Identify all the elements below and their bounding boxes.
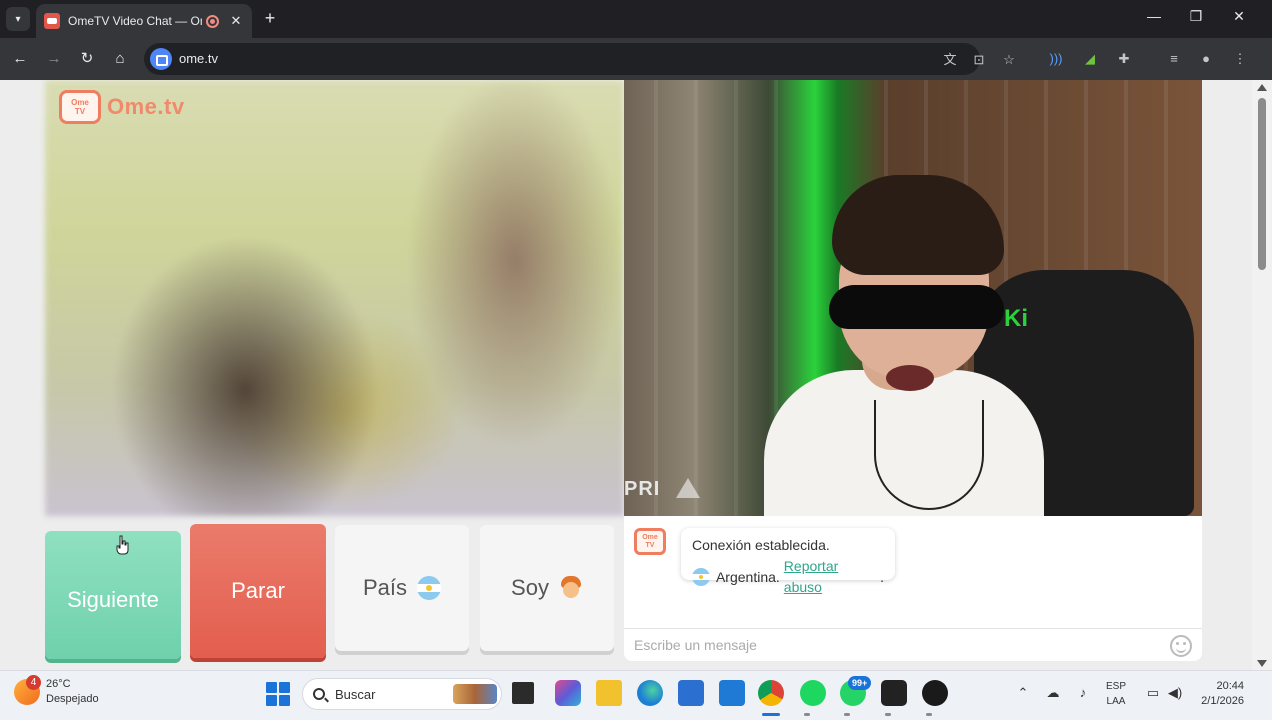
clock-time: 20:44	[1216, 680, 1244, 692]
argentina-flag-icon	[417, 576, 442, 600]
windows-taskbar: 4 26°C Despejado Buscar 99+ ⌃ ☁ ♪ ESP LA…	[0, 670, 1272, 720]
profile-avatar[interactable]: ●	[1196, 49, 1216, 69]
tv-logo-icon: Ome TV	[59, 90, 101, 124]
connection-status: Conexión establecida.	[692, 537, 830, 553]
tab-title: OmeTV Video Chat — Ome	[68, 14, 202, 28]
ometv-logo: Ome TV Ome.tv	[59, 90, 185, 124]
self-camera-video: Ki PRI	[624, 80, 1202, 516]
taskbar-search[interactable]: Buscar	[302, 678, 502, 710]
extensions-puzzle-icon[interactable]: ✚	[1114, 49, 1134, 69]
translate-icon[interactable]: 文	[941, 51, 959, 69]
gender-button[interactable]: Soy	[480, 525, 614, 651]
obs-icon[interactable]	[922, 680, 948, 706]
logo-text: Ome.tv	[107, 94, 185, 119]
scrollbar-thumb[interactable]	[1258, 98, 1266, 270]
temperature: 26°C	[46, 678, 71, 690]
whatsapp-badge: 99+	[848, 676, 872, 690]
input-language[interactable]: ESP LAA	[1106, 679, 1126, 709]
reload-button[interactable]: ↻	[76, 48, 98, 70]
watermark-text: PRI	[624, 478, 661, 500]
camera-app-icon[interactable]	[881, 680, 907, 706]
restore-button[interactable]: ❐	[1186, 8, 1206, 25]
stop-button-label: Parar	[231, 578, 285, 603]
ometv-favicon-icon	[44, 13, 60, 29]
file-explorer-icon[interactable]	[596, 680, 622, 706]
tab-ometv[interactable]: OmeTV Video Chat — Ome ✕	[36, 4, 252, 38]
browser-menu-icon[interactable]: ⋮	[1230, 49, 1250, 69]
copilot-icon[interactable]	[555, 680, 581, 706]
country-button-label: País	[362, 575, 408, 600]
search-icon	[313, 688, 325, 700]
microphone-icon[interactable]: ♪	[1074, 685, 1092, 700]
argentina-flag-icon	[692, 568, 710, 586]
search-highlight-image	[453, 684, 497, 704]
emoji-icon[interactable]	[1170, 635, 1192, 657]
gender-button-label: Soy	[511, 575, 549, 600]
outlook-icon[interactable]	[719, 680, 745, 706]
next-button[interactable]: Siguiente	[45, 531, 181, 659]
extension-sound-icon[interactable]: )))	[1046, 49, 1066, 69]
forward-button[interactable]: →	[43, 48, 65, 70]
notification-badge: 4	[26, 675, 41, 690]
tab-strip: ▾ OmeTV Video Chat — Ome ✕ + — ❐ ✕	[0, 0, 1272, 38]
sunglasses	[829, 285, 1004, 329]
volume-icon[interactable]: ◀)	[1166, 685, 1184, 701]
chrome-icon[interactable]	[758, 680, 784, 706]
onedrive-icon[interactable]: ☁	[1044, 685, 1062, 701]
watermark-triangle-icon	[676, 478, 700, 498]
page-scrollbar[interactable]	[1252, 80, 1272, 670]
close-window-button[interactable]: ✕	[1229, 8, 1249, 25]
edge-icon[interactable]	[637, 680, 663, 706]
home-button[interactable]: ⌂	[109, 48, 131, 70]
start-button[interactable]	[266, 682, 290, 706]
partner-country: Argentina.	[715, 568, 780, 585]
weather-condition: Despejado	[46, 693, 99, 705]
search-placeholder: Buscar	[335, 686, 376, 702]
task-view-icon[interactable]	[512, 682, 534, 704]
message-input[interactable]: Escribe un mensaje	[624, 628, 1202, 661]
url-text: ome.tv	[179, 51, 219, 66]
hand-cursor-icon	[116, 535, 129, 555]
back-button[interactable]: ←	[9, 48, 31, 70]
spotify-icon[interactable]	[800, 680, 826, 706]
chat-panel: Ome TV Conexión establecida. Argentina. …	[624, 516, 1202, 661]
country-button[interactable]: País	[335, 525, 469, 651]
install-app-icon[interactable]: ⊡	[970, 51, 988, 69]
weather-sun-icon: 4	[14, 675, 41, 705]
system-clock[interactable]: 20:44 2/1/2026	[1194, 679, 1244, 709]
bookmark-star-icon[interactable]: ☆	[1000, 51, 1018, 69]
next-button-label: Siguiente	[67, 587, 159, 612]
scroll-down-icon[interactable]	[1257, 660, 1267, 667]
system-message: Conexión establecida. Argentina. Reporta…	[681, 528, 895, 595]
new-tab-button[interactable]: +	[260, 8, 280, 29]
minimize-button[interactable]: —	[1144, 8, 1164, 24]
clock-date: 2/1/2026	[1201, 695, 1244, 707]
browser-toolbar: ← → ↻ ⌂ ome.tv 文 ⊡ ☆ ))) ◢ ✚ ≡ ● ⋮	[0, 38, 1272, 80]
report-abuse-link[interactable]: Reportar abuso	[784, 556, 880, 598]
scroll-up-icon[interactable]	[1257, 84, 1267, 91]
address-bar[interactable]: ome.tv 文 ⊡ ☆	[144, 43, 1015, 75]
extension-leaf-icon[interactable]: ◢	[1080, 49, 1100, 69]
network-icon[interactable]: ▭	[1144, 685, 1162, 701]
tab-close-icon[interactable]: ✕	[228, 13, 244, 29]
ometv-page: Ome TV Ome.tv Ki PRI Siguiente Parar Paí…	[0, 80, 1272, 670]
site-info-icon[interactable]	[150, 48, 172, 70]
stop-button[interactable]: Parar	[190, 524, 326, 658]
media-controls-icon[interactable]: ≡	[1164, 49, 1184, 69]
boy-emoji-icon	[559, 576, 583, 600]
weather-widget[interactable]: 4 26°C Despejado	[14, 675, 99, 707]
store-icon[interactable]	[678, 680, 704, 706]
recording-icon	[206, 14, 219, 28]
tray-overflow-icon[interactable]: ⌃	[1014, 685, 1032, 701]
message-placeholder: Escribe un mensaje	[634, 637, 757, 653]
chat-tv-logo-icon: Ome TV	[634, 528, 666, 555]
tab-search-button[interactable]: ▾	[6, 7, 30, 31]
